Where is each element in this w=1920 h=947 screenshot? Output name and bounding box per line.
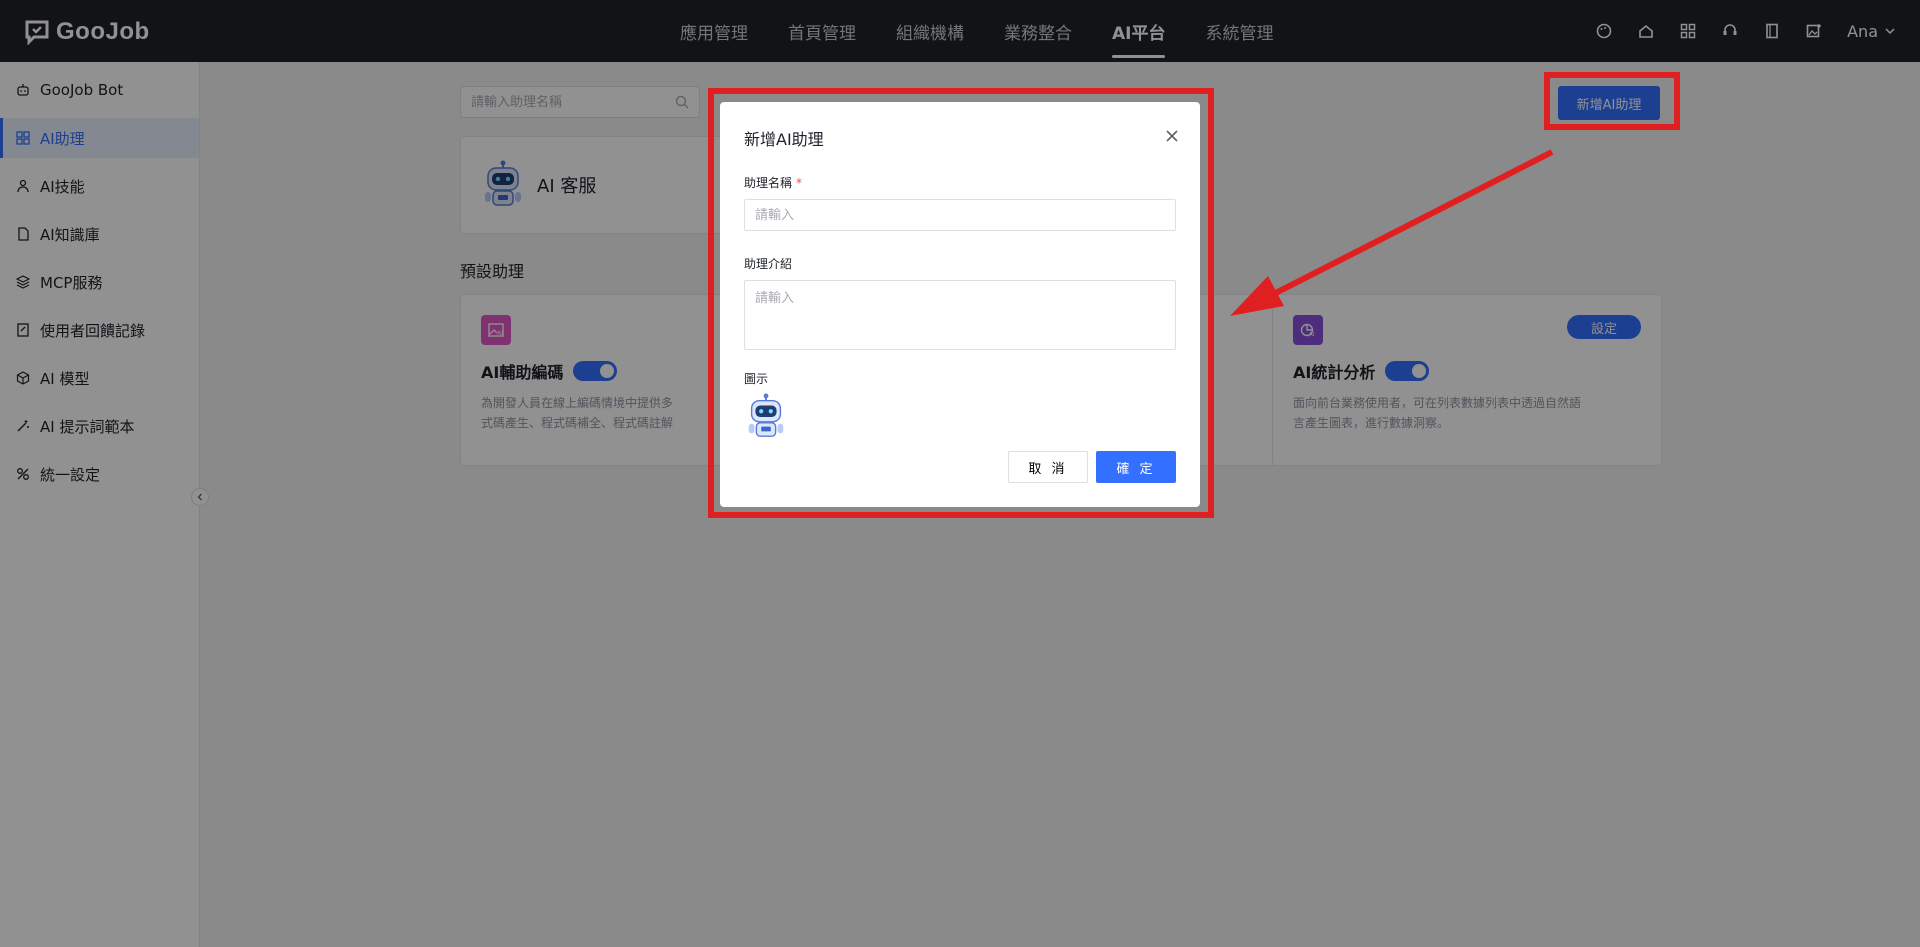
highlight-dialog-box bbox=[708, 88, 1214, 518]
highlight-add-button-box bbox=[1544, 72, 1680, 130]
